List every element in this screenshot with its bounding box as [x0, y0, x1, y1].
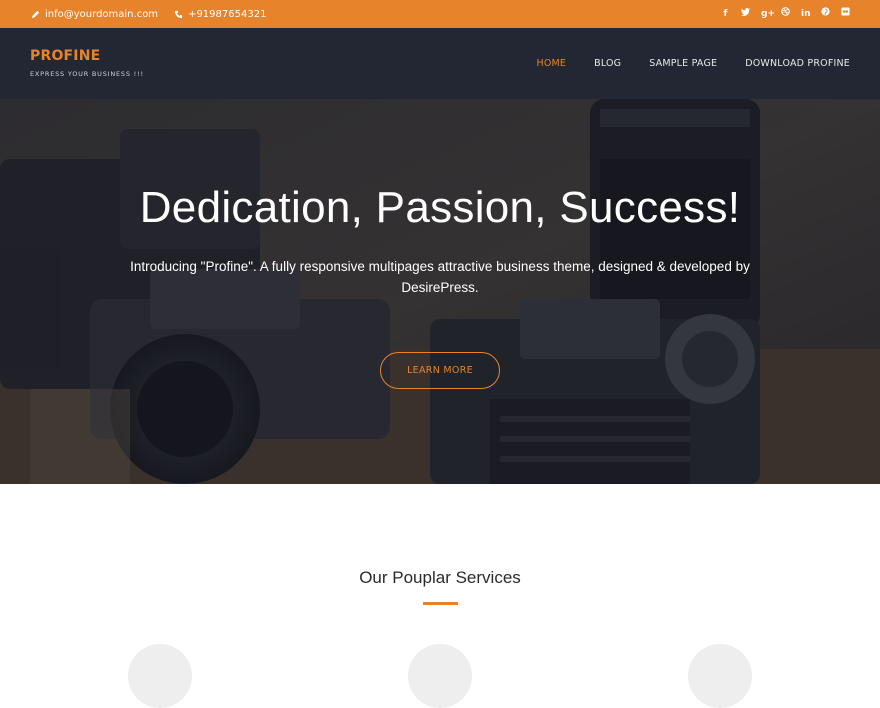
twitter-icon[interactable]: [741, 0, 750, 28]
dribbble-icon[interactable]: [781, 0, 790, 28]
phone-contact[interactable]: +91987654321: [174, 9, 266, 20]
nav-item-home[interactable]: HOME: [537, 58, 567, 69]
nav-item-download-profine[interactable]: DOWNLOAD PROFINE: [745, 58, 850, 69]
hero-section: Dedication, Passion, Success! Introducin…: [0, 99, 880, 484]
pinterest-icon[interactable]: [821, 0, 830, 28]
linkedin-icon[interactable]: in: [801, 0, 811, 28]
contact-info: info@yourdomain.com +91987654321: [31, 0, 282, 28]
google-plus-icon[interactable]: g+: [761, 0, 775, 28]
top-bar: info@yourdomain.com +91987654321 f g+ in: [0, 0, 880, 28]
services-heading-underline: [423, 602, 458, 605]
email-text[interactable]: info@yourdomain.com: [45, 9, 158, 20]
service-icon-circle: [408, 644, 472, 708]
main-nav: HOME BLOG SAMPLE PAGE DOWNLOAD PROFINE: [509, 28, 851, 99]
flickr-icon[interactable]: [841, 0, 850, 28]
pencil-icon: [31, 10, 40, 18]
phone-icon: [174, 10, 183, 18]
hero-content: Dedication, Passion, Success! Introducin…: [0, 99, 880, 484]
services-heading: Our Pouplar Services: [359, 568, 521, 587]
nav-item-sample-page[interactable]: SAMPLE PAGE: [649, 58, 717, 69]
social-links: f g+ in: [710, 0, 850, 28]
site-title[interactable]: PROFINE: [30, 48, 144, 64]
phone-text[interactable]: +91987654321: [188, 9, 266, 20]
learn-more-button[interactable]: LEARN MORE: [380, 352, 500, 389]
service-icon-circle: [128, 644, 192, 708]
site-branding[interactable]: PROFINE EXPRESS YOUR BUSINESS !!!: [30, 48, 144, 78]
hero-description: Introducing "Profine". A fully responsiv…: [130, 259, 750, 295]
site-header: PROFINE EXPRESS YOUR BUSINESS !!! HOME B…: [0, 28, 880, 99]
facebook-icon[interactable]: f: [721, 0, 730, 28]
service-icon-circle: [688, 644, 752, 708]
nav-item-blog[interactable]: BLOG: [594, 58, 621, 69]
email-contact[interactable]: info@yourdomain.com: [31, 9, 158, 20]
hero-title: Dedication, Passion, Success!: [139, 183, 741, 232]
site-tagline: EXPRESS YOUR BUSINESS !!!: [30, 70, 144, 78]
